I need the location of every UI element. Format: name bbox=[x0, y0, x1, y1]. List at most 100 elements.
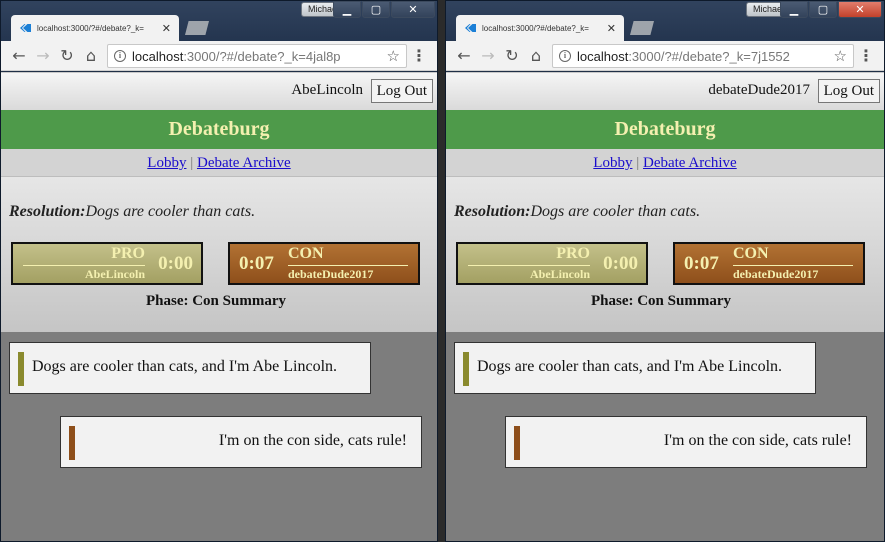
home-icon[interactable]: ⌂ bbox=[524, 44, 548, 68]
nav-separator: | bbox=[636, 155, 640, 171]
pro-username: AbeLincoln bbox=[84, 267, 145, 281]
favicon-icon bbox=[464, 22, 476, 34]
message-pro: Dogs are cooler than cats, and I'm Abe L… bbox=[454, 342, 816, 394]
close-window-icon[interactable]: ✕ bbox=[838, 1, 882, 18]
window-controls: ▁ ▢ ✕ bbox=[332, 1, 435, 18]
minimize-icon[interactable]: ▁ bbox=[333, 1, 361, 18]
bookmark-star-icon[interactable]: ☆ bbox=[387, 47, 400, 65]
message-text: Dogs are cooler than cats, and I'm Abe L… bbox=[32, 358, 338, 375]
con-divider bbox=[733, 265, 853, 266]
pro-label: PRO bbox=[556, 245, 590, 262]
message-con: I'm on the con side, cats rule! bbox=[505, 416, 867, 468]
pro-divider bbox=[468, 265, 590, 266]
pro-timer: 0:00 bbox=[158, 253, 193, 274]
pro-marker bbox=[18, 352, 24, 386]
con-label: CON bbox=[733, 245, 769, 262]
debate-panel: Resolution:Dogs are cooler than cats. PR… bbox=[446, 177, 884, 332]
con-timer: 0:07 bbox=[239, 253, 274, 274]
favicon-icon bbox=[19, 22, 31, 34]
pro-username: AbeLincoln bbox=[529, 267, 590, 281]
pro-timer: 0:00 bbox=[603, 253, 638, 274]
url-text[interactable]: localhost:3000/?#/debate?_k=7j1552 bbox=[577, 49, 834, 64]
close-window-icon[interactable]: ✕ bbox=[391, 1, 435, 18]
reload-icon[interactable]: ↻ bbox=[500, 44, 524, 68]
page-content: debateDude2017 Log Out Debateburg Lobby … bbox=[446, 72, 884, 541]
nav-separator: | bbox=[190, 155, 194, 171]
con-divider bbox=[288, 265, 408, 266]
url-text[interactable]: localhost:3000/?#/debate?_k=4jal8p bbox=[132, 49, 387, 64]
new-tab-button[interactable] bbox=[185, 21, 209, 35]
maximize-icon[interactable]: ▢ bbox=[362, 1, 390, 18]
maximize-icon[interactable]: ▢ bbox=[809, 1, 837, 18]
user-bar: AbeLincoln Log Out bbox=[1, 72, 437, 110]
resolution-label: Resolution: bbox=[9, 203, 86, 220]
home-icon[interactable]: ⌂ bbox=[79, 44, 103, 68]
message-text: Dogs are cooler than cats, and I'm Abe L… bbox=[477, 358, 783, 375]
pro-divider bbox=[23, 265, 145, 266]
archive-link[interactable]: Debate Archive bbox=[643, 155, 737, 171]
reload-icon[interactable]: ↻ bbox=[55, 44, 79, 68]
resolution: Resolution:Dogs are cooler than cats. bbox=[9, 203, 255, 221]
con-username: debateDude2017 bbox=[288, 267, 374, 281]
user-bar: debateDude2017 Log Out bbox=[446, 72, 884, 110]
close-tab-icon[interactable]: ✕ bbox=[162, 22, 171, 35]
pro-side-box: PRO AbeLincoln 0:00 bbox=[456, 242, 648, 285]
forward-arrow-icon[interactable]: → bbox=[31, 44, 55, 68]
pro-marker bbox=[463, 352, 469, 386]
archive-link[interactable]: Debate Archive bbox=[197, 155, 291, 171]
pro-side-box: PRO AbeLincoln 0:00 bbox=[11, 242, 203, 285]
brand-title: Debateburg bbox=[1, 110, 437, 149]
title-bar: Michael ▁ ▢ ✕ localhost:3000/?#/debate?_… bbox=[1, 1, 437, 41]
resolution-text: Dogs are cooler than cats. bbox=[85, 203, 256, 220]
phase-label: Phase: Con Summary bbox=[590, 293, 731, 309]
nav-links: Lobby | Debate Archive bbox=[446, 149, 884, 177]
browser-toolbar: ← → ↻ ⌂ i localhost:3000/?#/debate?_k=7j… bbox=[446, 41, 884, 71]
info-icon[interactable]: i bbox=[114, 50, 126, 62]
phase-label: Phase: Con Summary bbox=[145, 293, 286, 309]
page-content: AbeLincoln Log Out Debateburg Lobby | De… bbox=[1, 72, 437, 541]
address-bar[interactable]: i localhost:3000/?#/debate?_k=4jal8p ☆ bbox=[107, 44, 407, 68]
logout-button[interactable]: Log Out bbox=[370, 79, 433, 103]
back-arrow-icon[interactable]: ← bbox=[7, 44, 31, 68]
minimize-icon[interactable]: ▁ bbox=[780, 1, 808, 18]
brand-title: Debateburg bbox=[446, 110, 884, 149]
con-timer: 0:07 bbox=[684, 253, 719, 274]
con-side-box: 0:07 CON debateDude2017 bbox=[228, 242, 420, 285]
tab-title: localhost:3000/?#/debate?_k= bbox=[482, 23, 589, 33]
browser-menu-icon[interactable]: ⋮ bbox=[411, 46, 427, 65]
forward-arrow-icon[interactable]: → bbox=[476, 44, 500, 68]
resolution-label: Resolution: bbox=[454, 203, 531, 220]
browser-toolbar: ← → ↻ ⌂ i localhost:3000/?#/debate?_k=4j… bbox=[1, 41, 437, 71]
con-marker bbox=[514, 426, 520, 460]
message-con: I'm on the con side, cats rule! bbox=[60, 416, 422, 468]
browser-window-left: Michael ▁ ▢ ✕ localhost:3000/?#/debate?_… bbox=[0, 0, 438, 542]
username-label: AbeLincoln bbox=[291, 82, 363, 98]
address-bar[interactable]: i localhost:3000/?#/debate?_k=7j1552 ☆ bbox=[552, 44, 854, 68]
username-label: debateDude2017 bbox=[708, 82, 810, 98]
new-tab-button[interactable] bbox=[630, 21, 654, 35]
lobby-link[interactable]: Lobby bbox=[147, 155, 186, 171]
browser-tab[interactable]: localhost:3000/?#/debate?_k= ✕ bbox=[456, 15, 624, 41]
pro-label: PRO bbox=[111, 245, 145, 262]
message-text: I'm on the con side, cats rule! bbox=[663, 432, 852, 449]
window-controls: ▁ ▢ ✕ bbox=[779, 1, 882, 18]
con-username: debateDude2017 bbox=[733, 267, 819, 281]
resolution: Resolution:Dogs are cooler than cats. bbox=[454, 203, 700, 221]
debate-panel: Resolution:Dogs are cooler than cats. PR… bbox=[1, 177, 437, 332]
resolution-text: Dogs are cooler than cats. bbox=[530, 203, 701, 220]
lobby-link[interactable]: Lobby bbox=[593, 155, 632, 171]
con-side-box: 0:07 CON debateDude2017 bbox=[673, 242, 865, 285]
title-bar: Michael ▁ ▢ ✕ localhost:3000/?#/debate?_… bbox=[446, 1, 884, 41]
browser-tab[interactable]: localhost:3000/?#/debate?_k= ✕ bbox=[11, 15, 179, 41]
con-marker bbox=[69, 426, 75, 460]
browser-menu-icon[interactable]: ⋮ bbox=[858, 46, 874, 65]
browser-window-right: Michael ▁ ▢ ✕ localhost:3000/?#/debate?_… bbox=[445, 0, 885, 542]
info-icon[interactable]: i bbox=[559, 50, 571, 62]
back-arrow-icon[interactable]: ← bbox=[452, 44, 476, 68]
close-tab-icon[interactable]: ✕ bbox=[607, 22, 616, 35]
logout-button[interactable]: Log Out bbox=[817, 79, 880, 103]
con-label: CON bbox=[288, 245, 324, 262]
message-text: I'm on the con side, cats rule! bbox=[218, 432, 407, 449]
tab-title: localhost:3000/?#/debate?_k= bbox=[37, 23, 144, 33]
bookmark-star-icon[interactable]: ☆ bbox=[834, 47, 847, 65]
